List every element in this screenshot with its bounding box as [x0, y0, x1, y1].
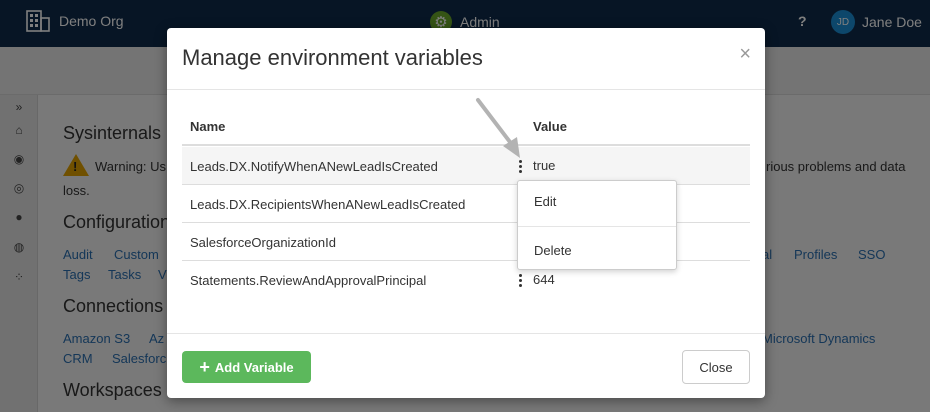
close-icon[interactable]: × — [739, 43, 751, 66]
plus-icon: + — [199, 357, 210, 377]
variable-name: Leads.DX.NotifyWhenANewLeadIsCreated — [190, 159, 438, 174]
annotation-arrow-icon — [476, 98, 520, 158]
variable-name: Leads.DX.RecipientsWhenANewLeadIsCreated — [190, 197, 466, 212]
add-variable-label: Add Variable — [214, 359, 294, 375]
variable-name: SalesforceOrganizationId — [190, 235, 336, 250]
menu-item-edit[interactable]: Edit — [534, 194, 556, 209]
modal-footer: + Add Variable Close — [167, 333, 765, 398]
modal-title: Manage environment variables — [182, 45, 483, 70]
variable-name: Statements.ReviewAndApprovalPrincipal — [190, 273, 427, 288]
column-header-name: Name — [190, 119, 226, 134]
modal-header: Manage environment variables × — [167, 28, 765, 90]
add-variable-button[interactable]: + Add Variable — [182, 351, 311, 383]
menu-divider — [518, 226, 676, 227]
menu-item-delete[interactable]: Delete — [534, 243, 572, 258]
column-header-value: Value — [533, 119, 567, 134]
variable-value: 644 — [533, 272, 555, 287]
table-header: Name Value — [182, 108, 750, 146]
variable-value: true — [533, 158, 556, 173]
more-options-icon[interactable] — [519, 273, 525, 289]
close-button[interactable]: Close — [682, 350, 750, 384]
row-context-menu: Edit Delete — [517, 180, 677, 270]
